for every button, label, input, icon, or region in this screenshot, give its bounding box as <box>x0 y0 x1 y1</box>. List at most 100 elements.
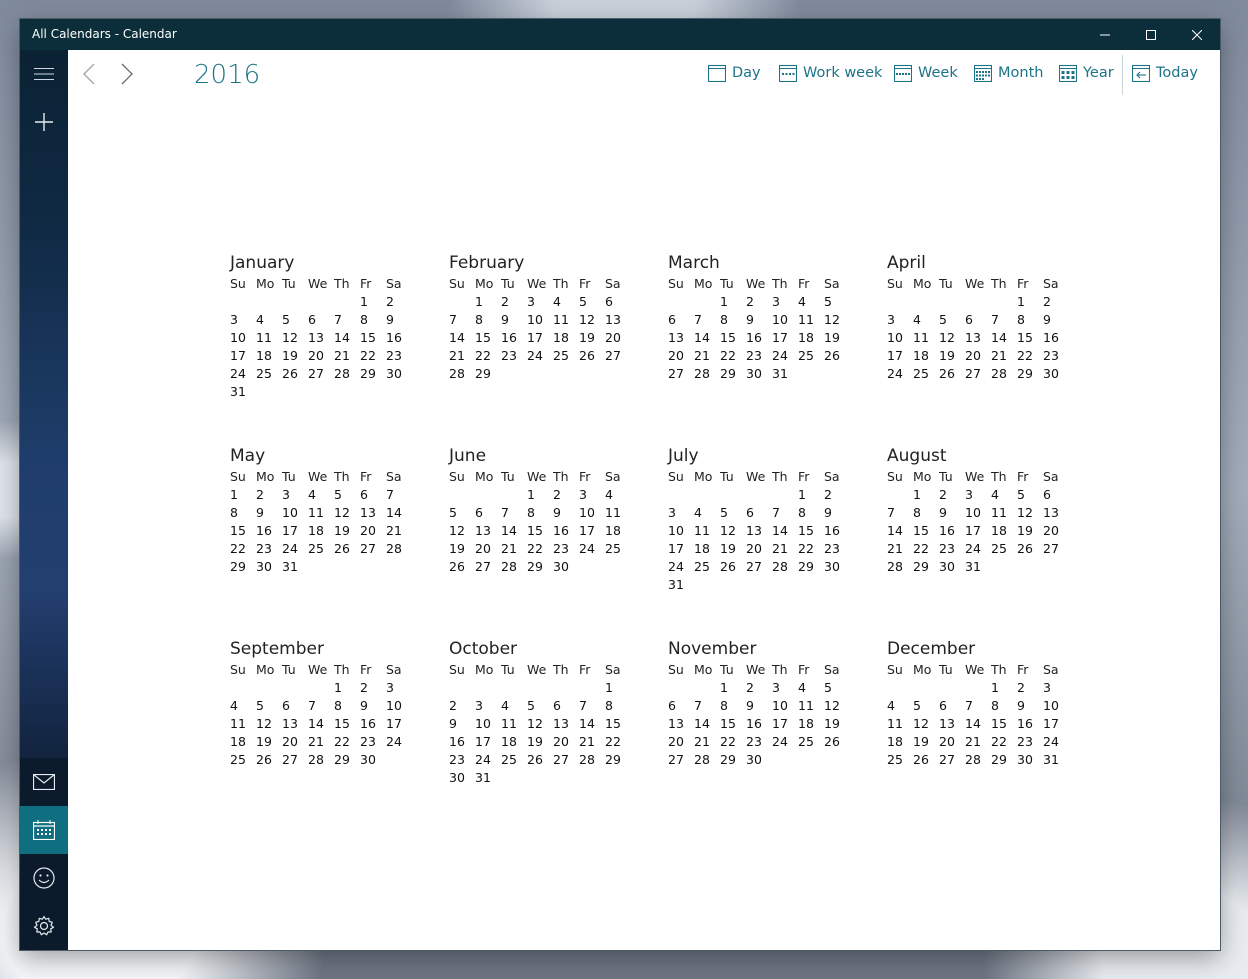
day-cell[interactable]: 2 <box>746 293 772 311</box>
day-cell[interactable]: 12 <box>824 697 850 715</box>
day-cell[interactable]: 21 <box>386 522 412 540</box>
calendar-app-button[interactable] <box>20 806 68 854</box>
day-cell[interactable]: 1 <box>720 679 746 697</box>
day-cell[interactable]: 18 <box>230 733 256 751</box>
day-cell[interactable]: 29 <box>991 751 1017 769</box>
day-cell[interactable]: 14 <box>887 522 913 540</box>
day-cell[interactable]: 20 <box>282 733 308 751</box>
day-cell[interactable]: 5 <box>334 486 360 504</box>
day-cell[interactable]: 4 <box>501 697 527 715</box>
day-cell[interactable]: 6 <box>605 293 631 311</box>
day-cell[interactable]: 22 <box>605 733 631 751</box>
month-name[interactable]: December <box>887 637 1077 661</box>
day-cell[interactable]: 2 <box>1017 679 1043 697</box>
day-cell[interactable]: 28 <box>579 751 605 769</box>
day-cell[interactable]: 21 <box>308 733 334 751</box>
day-cell[interactable]: 25 <box>991 540 1017 558</box>
day-cell[interactable]: 12 <box>720 522 746 540</box>
day-cell[interactable]: 5 <box>824 293 850 311</box>
day-cell[interactable]: 7 <box>449 311 475 329</box>
day-cell[interactable]: 8 <box>1017 311 1043 329</box>
day-cell[interactable]: 23 <box>1017 733 1043 751</box>
day-cell[interactable]: 20 <box>475 540 501 558</box>
day-cell[interactable]: 23 <box>746 733 772 751</box>
feedback-button[interactable] <box>20 854 68 902</box>
day-cell[interactable]: 22 <box>230 540 256 558</box>
day-cell[interactable]: 19 <box>720 540 746 558</box>
day-cell[interactable]: 8 <box>475 311 501 329</box>
day-cell[interactable]: 14 <box>386 504 412 522</box>
day-cell[interactable]: 5 <box>824 679 850 697</box>
day-cell[interactable]: 26 <box>579 347 605 365</box>
day-cell[interactable]: 31 <box>230 383 256 401</box>
day-cell[interactable]: 30 <box>1017 751 1043 769</box>
day-cell[interactable]: 18 <box>256 347 282 365</box>
day-cell[interactable]: 31 <box>668 576 694 594</box>
day-cell[interactable]: 14 <box>694 715 720 733</box>
month-name[interactable]: May <box>230 444 420 468</box>
day-cell[interactable]: 29 <box>475 365 501 383</box>
day-cell[interactable]: 12 <box>334 504 360 522</box>
day-cell[interactable]: 7 <box>694 311 720 329</box>
day-cell[interactable]: 27 <box>746 558 772 576</box>
day-cell[interactable]: 8 <box>360 311 386 329</box>
day-cell[interactable]: 10 <box>772 697 798 715</box>
day-cell[interactable]: 23 <box>256 540 282 558</box>
day-cell[interactable]: 14 <box>308 715 334 733</box>
day-cell[interactable]: 18 <box>553 329 579 347</box>
year-view-button[interactable]: Year <box>1059 62 1114 84</box>
day-cell[interactable]: 1 <box>991 679 1017 697</box>
day-cell[interactable]: 30 <box>360 751 386 769</box>
day-cell[interactable]: 31 <box>282 558 308 576</box>
day-cell[interactable]: 16 <box>746 329 772 347</box>
day-cell[interactable]: 25 <box>553 347 579 365</box>
day-cell[interactable]: 17 <box>887 347 913 365</box>
day-cell[interactable]: 15 <box>605 715 631 733</box>
day-cell[interactable]: 15 <box>991 715 1017 733</box>
day-cell[interactable]: 3 <box>1043 679 1069 697</box>
month-view-button[interactable]: Month <box>974 62 1043 84</box>
month-name[interactable]: February <box>449 251 639 275</box>
day-cell[interactable]: 5 <box>282 311 308 329</box>
day-cell[interactable]: 21 <box>965 733 991 751</box>
day-cell[interactable]: 17 <box>668 540 694 558</box>
day-cell[interactable]: 4 <box>553 293 579 311</box>
day-cell[interactable]: 15 <box>230 522 256 540</box>
day-cell[interactable]: 19 <box>256 733 282 751</box>
month-name[interactable]: March <box>668 251 858 275</box>
day-cell[interactable]: 21 <box>991 347 1017 365</box>
day-cell[interactable]: 22 <box>334 733 360 751</box>
today-button[interactable]: Today <box>1132 62 1198 84</box>
day-cell[interactable]: 24 <box>386 733 412 751</box>
day-cell[interactable]: 28 <box>501 558 527 576</box>
day-cell[interactable]: 13 <box>308 329 334 347</box>
day-cell[interactable]: 18 <box>887 733 913 751</box>
day-cell[interactable]: 31 <box>1043 751 1069 769</box>
day-cell[interactable]: 20 <box>553 733 579 751</box>
day-cell[interactable]: 15 <box>798 522 824 540</box>
day-cell[interactable]: 16 <box>1043 329 1069 347</box>
day-cell[interactable]: 7 <box>694 697 720 715</box>
day-cell[interactable]: 27 <box>668 365 694 383</box>
day-cell[interactable]: 2 <box>386 293 412 311</box>
day-cell[interactable]: 7 <box>334 311 360 329</box>
day-cell[interactable]: 10 <box>1043 697 1069 715</box>
day-cell[interactable]: 26 <box>334 540 360 558</box>
day-cell[interactable]: 1 <box>230 486 256 504</box>
day-cell[interactable]: 17 <box>282 522 308 540</box>
day-cell[interactable]: 6 <box>553 697 579 715</box>
day-cell[interactable]: 25 <box>798 733 824 751</box>
day-cell[interactable]: 15 <box>720 329 746 347</box>
day-cell[interactable]: 11 <box>553 311 579 329</box>
day-cell[interactable]: 26 <box>449 558 475 576</box>
day-cell[interactable]: 11 <box>230 715 256 733</box>
day-cell[interactable]: 10 <box>965 504 991 522</box>
day-cell[interactable]: 15 <box>334 715 360 733</box>
day-cell[interactable]: 29 <box>605 751 631 769</box>
day-cell[interactable]: 16 <box>360 715 386 733</box>
day-cell[interactable]: 20 <box>360 522 386 540</box>
day-cell[interactable]: 9 <box>746 311 772 329</box>
day-cell[interactable]: 23 <box>824 540 850 558</box>
day-cell[interactable]: 24 <box>772 733 798 751</box>
day-cell[interactable]: 29 <box>720 365 746 383</box>
